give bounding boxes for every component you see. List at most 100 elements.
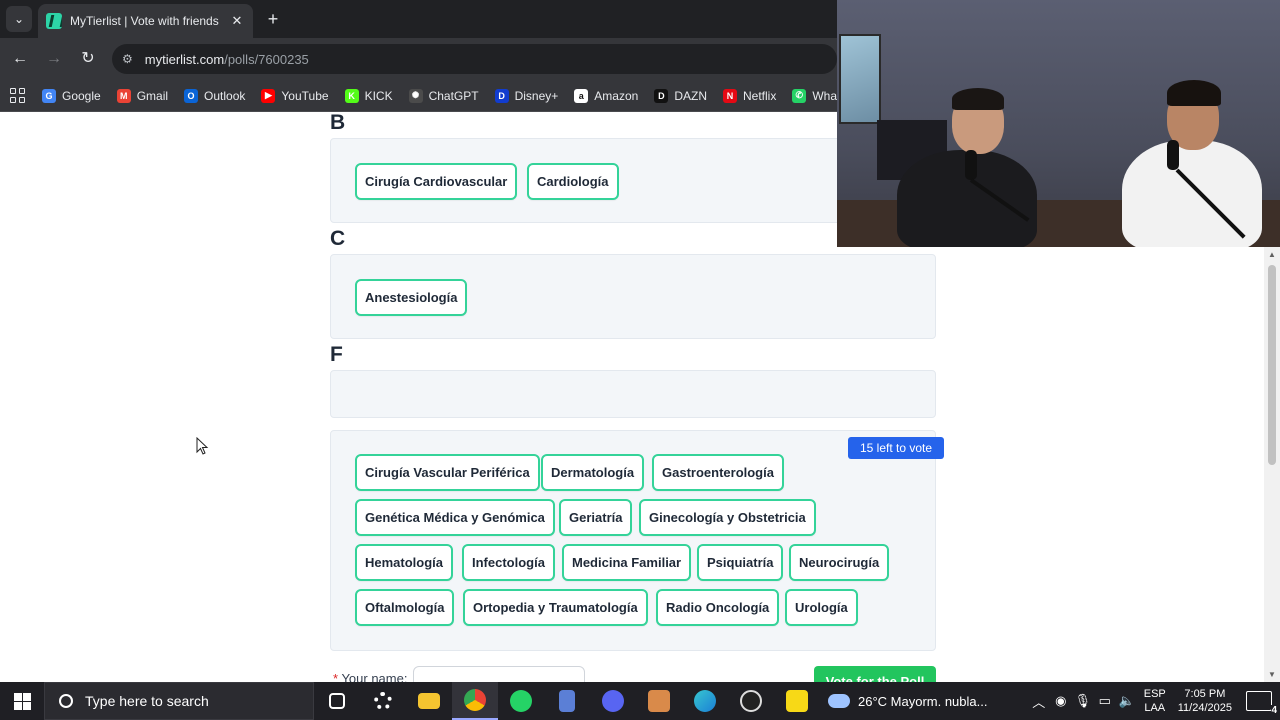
pool-item[interactable]: Oftalmología: [355, 589, 455, 626]
pool-item[interactable]: Infectología: [462, 544, 555, 581]
clock[interactable]: 7:05 PM 11/24/2025: [1178, 687, 1232, 715]
tab-search-chevron-icon[interactable]: ⌄: [6, 6, 32, 32]
tier-item[interactable]: Cardiología: [527, 163, 619, 200]
browser-tab[interactable]: MyTierlist | Vote with friends ✕: [38, 4, 253, 38]
site-info-icon[interactable]: ⚙: [122, 52, 133, 66]
person-left-hair: [952, 88, 1004, 110]
bookmark-gmail[interactable]: M Gmail: [116, 88, 168, 103]
bookmark-disney-[interactable]: D Disney+: [494, 88, 558, 103]
lang-bottom: LAA: [1144, 702, 1166, 714]
pool-item[interactable]: Ginecología y Obstetricia: [639, 499, 816, 536]
weather-widget[interactable]: 26°C Mayorm. nubla...: [828, 694, 987, 709]
forward-arrow-icon[interactable]: →: [42, 47, 66, 71]
tab-close-icon[interactable]: ✕: [229, 13, 245, 29]
microphone-left-icon: [965, 150, 977, 180]
volume-icon[interactable]: 🔈: [1116, 693, 1138, 709]
bookmark-label: Google: [62, 88, 101, 103]
weather-text: 26°C Mayorm. nubla...: [858, 693, 988, 709]
notification-count: 4: [1271, 705, 1277, 716]
tab-title: MyTierlist | Vote with friends: [70, 14, 219, 28]
youtube-icon: ▶: [261, 88, 276, 103]
address-bar[interactable]: ⚙ mytierlist.com/polls/7600235: [112, 44, 837, 74]
netflix-icon: N: [722, 88, 737, 103]
bookmark-label: Outlook: [204, 88, 246, 103]
settings-gear-icon[interactable]: [360, 682, 406, 720]
scroll-down-icon[interactable]: ▼: [1267, 670, 1277, 679]
calculator-icon[interactable]: [544, 682, 590, 720]
page-scrollbar[interactable]: ▲ ▼: [1264, 247, 1280, 682]
tier-row-c[interactable]: Anestesiología: [330, 254, 936, 339]
apps-grid-icon[interactable]: [10, 87, 26, 104]
pool-item[interactable]: Gastroenterología: [652, 454, 784, 491]
pool-item[interactable]: Neurocirugía: [789, 544, 890, 581]
wall-poster: [839, 34, 881, 124]
file-explorer-icon[interactable]: [406, 682, 452, 720]
bookmark-google[interactable]: G Google: [42, 88, 101, 103]
reload-icon[interactable]: ↻: [76, 47, 100, 71]
sticky-notes-icon[interactable]: [774, 682, 820, 720]
bookmark-label: Netflix: [742, 88, 777, 103]
cloud-weather-icon: [828, 694, 850, 708]
whatsapp-icon[interactable]: [498, 682, 544, 720]
votes-left-badge: 15 left to vote: [848, 437, 944, 459]
unranked-pool[interactable]: Cirugía Vascular Periférica Dermatología…: [330, 430, 936, 651]
chrome-icon[interactable]: [452, 682, 498, 720]
edge-icon[interactable]: [682, 682, 728, 720]
lang-top: ESP: [1143, 688, 1166, 700]
microphone-icon[interactable]: 🎙: [1072, 693, 1094, 709]
back-arrow-icon[interactable]: ←: [8, 47, 32, 71]
scroll-up-icon[interactable]: ▲: [1267, 250, 1277, 259]
microphone-right-icon: [1167, 140, 1179, 170]
task-view-icon[interactable]: [314, 682, 360, 720]
notification-center-icon[interactable]: 4: [1246, 691, 1277, 716]
bookmark-netflix[interactable]: N Netflix: [722, 88, 777, 103]
clock-time: 7:05 PM: [1184, 688, 1226, 700]
taskbar-search[interactable]: Type here to search: [44, 682, 314, 720]
pool-item[interactable]: Geriatría: [559, 499, 633, 536]
pool-item[interactable]: Medicina Familiar: [562, 544, 692, 581]
pool-item[interactable]: Cirugía Vascular Periférica: [355, 454, 540, 491]
pool-item[interactable]: Radio Oncología: [656, 589, 780, 626]
pool-item[interactable]: Hematología: [355, 544, 454, 581]
app-avatar-icon[interactable]: [636, 682, 682, 720]
windows-taskbar: Type here to search 26°C Mayorm. nubla..…: [0, 682, 1280, 720]
bookmark-dazn[interactable]: D DAZN: [654, 88, 707, 103]
tier-label-c: C: [330, 227, 346, 250]
vote-button[interactable]: Vote for the Poll: [814, 666, 936, 682]
bookmark-chatgpt[interactable]: ✺ ChatGPT: [408, 88, 479, 103]
battery-icon[interactable]: ▭: [1094, 693, 1116, 709]
obs-icon[interactable]: [728, 682, 774, 720]
system-tray: ︿ ◉ 🎙 ▭ 🔈 ESP LAA 7:05 PM 11/24/2025 4: [1028, 682, 1280, 720]
pool-item[interactable]: Psiquiatría: [697, 544, 784, 581]
language-indicator[interactable]: ESP LAA: [1144, 687, 1166, 715]
required-mark: *: [333, 671, 339, 682]
google-icon: G: [42, 88, 56, 103]
tier-row-f[interactable]: [330, 370, 936, 418]
pool-item[interactable]: Dermatología: [541, 454, 645, 491]
bookmark-amazon[interactable]: a Amazon: [574, 88, 638, 103]
search-icon: [59, 694, 73, 708]
new-tab-icon[interactable]: +: [262, 8, 284, 30]
url-path: /polls/7600235: [224, 51, 309, 67]
tier-label-b: B: [330, 113, 346, 134]
pool-item[interactable]: Urología: [785, 589, 858, 626]
person-right-hair: [1167, 80, 1221, 106]
pool-item[interactable]: Genética Médica y Genómica: [355, 499, 555, 536]
tray-chevron-up-icon[interactable]: ︿: [1028, 692, 1050, 711]
scroll-thumb[interactable]: [1268, 265, 1276, 465]
name-label: * Your name:: [333, 671, 407, 682]
webcam-overlay: [837, 0, 1280, 247]
bookmark-youtube[interactable]: ▶ YouTube: [261, 88, 329, 103]
url-host: mytierlist.com: [144, 51, 225, 67]
name-input[interactable]: [413, 666, 585, 682]
bookmark-label: DAZN: [674, 88, 707, 103]
bookmark-label: KICK: [364, 88, 393, 103]
discord-icon[interactable]: [590, 682, 636, 720]
bookmark-kick[interactable]: K KICK: [344, 88, 393, 103]
tier-item[interactable]: Cirugía Cardiovascular: [355, 163, 518, 200]
bookmark-outlook[interactable]: O Outlook: [184, 88, 246, 103]
tray-record-icon[interactable]: ◉: [1050, 693, 1072, 709]
tier-item[interactable]: Anestesiología: [355, 279, 468, 316]
windows-start-icon[interactable]: [0, 682, 44, 720]
pool-item[interactable]: Ortopedia y Traumatología: [463, 589, 648, 626]
